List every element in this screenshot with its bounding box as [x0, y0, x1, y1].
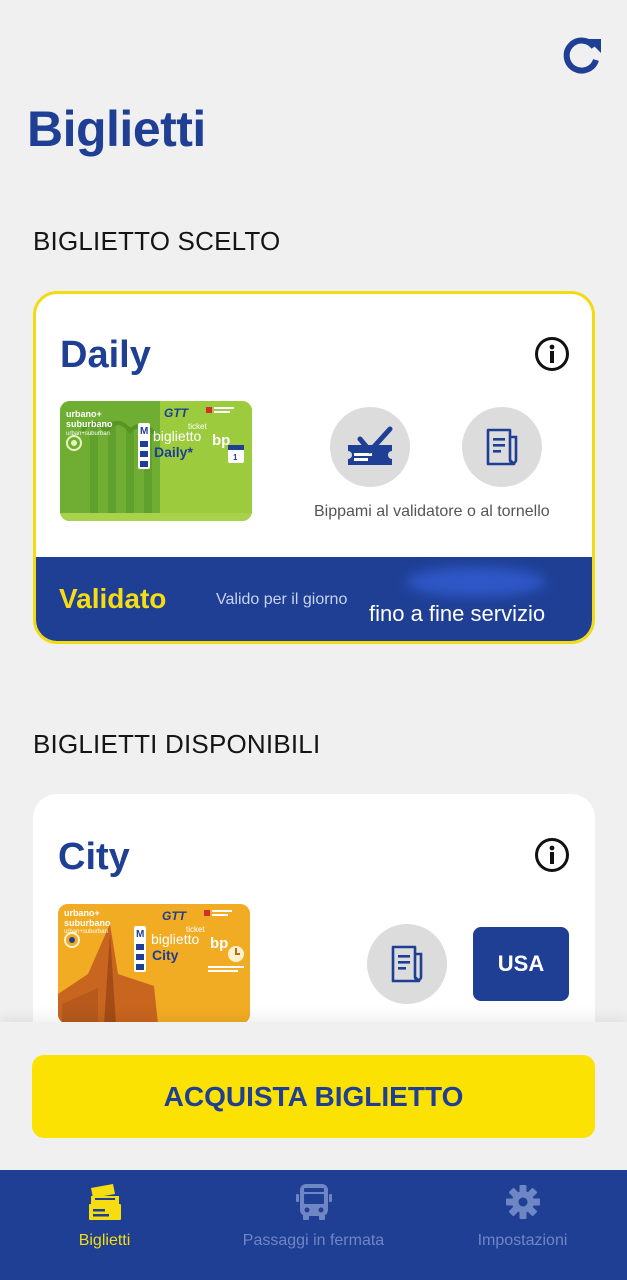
ticket-line3: urban+suburban: [64, 929, 108, 935]
refresh-icon: [563, 37, 601, 74]
svg-text:M: M: [136, 929, 144, 940]
ticket-name: City: [58, 836, 130, 878]
svg-text:M: M: [140, 426, 148, 437]
validation-status-bar: Validato Valido per il giorno fino a fin…: [36, 557, 592, 641]
status-label: Validato: [59, 583, 167, 614]
ticket-product: biglietto: [153, 428, 201, 444]
refresh-button[interactable]: [560, 34, 604, 78]
ticket-line1: urbano+: [64, 908, 100, 918]
valid-day-label: Valido per il giorno: [216, 591, 348, 608]
receipt-icon: [486, 428, 518, 466]
tab-settings-label: Impostazioni: [477, 1232, 568, 1249]
ticket-product: biglietto: [151, 931, 199, 947]
tab-tickets[interactable]: Biglietti: [0, 1170, 209, 1280]
valid-until-label: fino a fine servizio: [369, 601, 546, 626]
ticket-bp: bp: [212, 432, 230, 449]
gear-icon: [505, 1185, 540, 1219]
tab-settings[interactable]: Impostazioni: [418, 1170, 627, 1280]
selected-ticket-heading: BIGLIETTO SCELTO: [33, 226, 281, 256]
redacted-date: [406, 567, 546, 597]
use-ticket-button[interactable]: USA: [473, 927, 569, 1001]
ticket-line2: suburbano: [64, 918, 111, 928]
buy-ticket-button[interactable]: ACQUISTA BIGLIETTO: [32, 1055, 595, 1138]
tab-stop-arrivals-label: Passaggi in fermata: [242, 1232, 385, 1249]
info-icon[interactable]: [534, 837, 570, 873]
tab-bar: Biglietti Passaggi in fermata Impostazio…: [0, 1170, 627, 1280]
ticket-line1: urbano+: [66, 409, 102, 419]
ticket-line2: suburbano: [66, 419, 113, 429]
ticket-line3: urban+suburban: [66, 431, 110, 437]
validation-hint: Bippami al validatore o al tornello: [314, 503, 550, 520]
page-title: Biglietti: [27, 101, 206, 157]
ticket-check-icon: [348, 426, 393, 465]
ticket-product-name: City: [152, 947, 179, 963]
bus-icon: [295, 1184, 332, 1220]
available-tickets-heading: BIGLIETTI DISPONIBILI: [33, 729, 321, 759]
ticket-name: Daily: [60, 334, 151, 376]
ticket-brand: GTT: [162, 909, 188, 923]
ticket-brand: GTT: [164, 406, 190, 420]
selected-ticket-card[interactable]: Daily urbano+ suburbano urban+suburban G…: [33, 291, 595, 644]
receipt-button[interactable]: [367, 924, 447, 1004]
tab-tickets-label: Biglietti: [78, 1232, 131, 1249]
receipt-button[interactable]: [462, 407, 542, 487]
receipt-icon: [391, 945, 423, 983]
ticket-bp: bp: [210, 935, 228, 952]
tab-stop-arrivals[interactable]: Passaggi in fermata: [209, 1170, 418, 1280]
svg-text:1: 1: [233, 453, 238, 462]
info-icon[interactable]: [534, 336, 570, 372]
tickets-icon: [88, 1184, 121, 1220]
ticket-image-city: urbano+ suburbano urban+suburban GTT M t…: [58, 904, 250, 1024]
ticket-product-name: Daily*: [154, 444, 193, 460]
buy-panel: ACQUISTA BIGLIETTO: [0, 1022, 627, 1170]
validate-button[interactable]: [330, 407, 410, 487]
